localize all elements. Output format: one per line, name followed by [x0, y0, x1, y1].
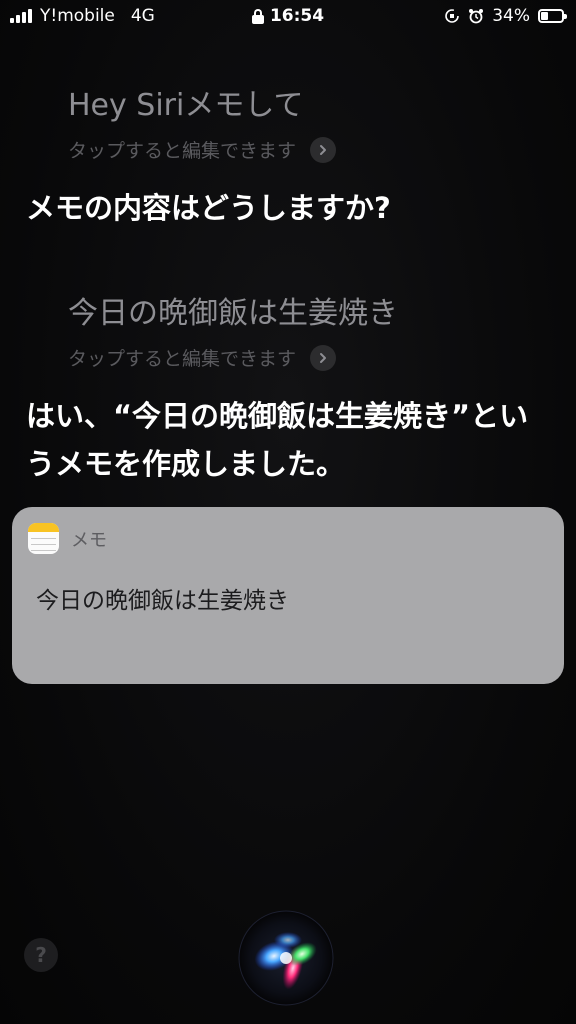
edit-hint: タップすると編集できます — [68, 348, 297, 370]
notes-card-header: メモ — [28, 523, 107, 554]
alarm-icon — [469, 9, 484, 24]
help-button[interactable]: ? — [24, 938, 58, 972]
status-right: 34% — [444, 6, 567, 26]
siri-response-1: メモの内容はどうしますか? — [26, 191, 391, 225]
lock-icon — [251, 8, 264, 24]
chevron-right-icon[interactable] — [310, 344, 337, 371]
battery-percent: 34% — [492, 6, 530, 26]
notes-app-icon — [28, 523, 59, 554]
utterance-text: Hey Siriメモして — [68, 88, 304, 123]
notes-result-card[interactable]: メモ 今日の晩御飯は生姜焼き — [12, 507, 564, 684]
user-utterance-1[interactable]: Hey Siriメモして タップすると編集できます — [68, 80, 538, 163]
edit-hint: タップすると編集できます — [68, 140, 297, 162]
notes-app-name: メモ — [71, 529, 107, 551]
status-time: 16:54 — [269, 6, 325, 26]
status-bar: Y!mobile 4G 16:54 34% — [0, 0, 576, 34]
siri-screen: Y!mobile 4G 16:54 34% Hey Siriメモして タップする… — [0, 0, 576, 1024]
edit-row[interactable]: タップすると編集できます — [68, 136, 538, 163]
chevron-right-icon[interactable] — [310, 136, 337, 163]
orientation-lock-icon — [445, 9, 460, 23]
siri-response-2: はい、“今日の晩御飯は生姜焼き”というメモを作成しました。 — [26, 399, 529, 481]
user-utterance-2[interactable]: 今日の晩御飯は生姜焼き タップすると編集できます — [68, 288, 538, 371]
siri-orb-icon[interactable] — [238, 910, 334, 1006]
battery-icon — [538, 9, 567, 23]
edit-row[interactable]: タップすると編集できます — [68, 344, 538, 371]
utterance-text: 今日の晩御飯は生姜焼き — [68, 296, 398, 331]
note-text: 今日の晩御飯は生姜焼き — [36, 588, 289, 614]
